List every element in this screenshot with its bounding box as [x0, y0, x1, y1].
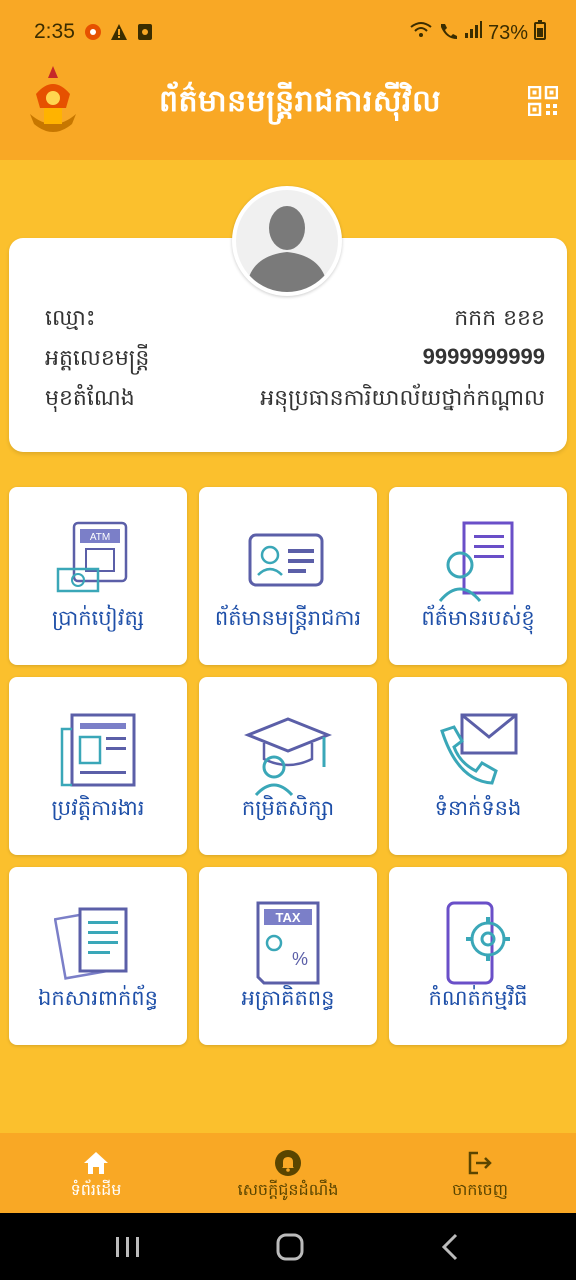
avatar[interactable]	[232, 186, 342, 296]
menu-tile-official-info[interactable]: ព័ត៌មានមន្ត្រីរាជការ	[199, 487, 377, 665]
bell-icon	[274, 1149, 302, 1177]
call-icon	[438, 21, 458, 45]
media-icon	[136, 22, 154, 40]
battery-percent: 73%	[487, 21, 528, 44]
svg-text:TAX: TAX	[275, 910, 300, 925]
wifi-icon	[410, 21, 432, 45]
battery-icon	[534, 20, 546, 46]
newspaper-icon	[54, 709, 142, 797]
bottom-nav: ទំព័រដើម សេចក្តីជូនដំណឹង ចាកចេញ	[0, 1133, 576, 1213]
menu-label: ទំនាក់ទំនង	[434, 796, 522, 820]
position-value: អនុប្រធានការិយាល័យថ្នាក់កណ្តាល	[260, 386, 545, 411]
menu-tile-education[interactable]: កម្រិតសិក្សា	[199, 677, 377, 855]
menu-label: ព័ត៌មានរបស់ខ្ញុំ	[421, 606, 535, 630]
home-button-icon[interactable]	[276, 1233, 304, 1265]
recent-apps-icon[interactable]	[114, 1235, 142, 1263]
menu-tile-work-history[interactable]: ប្រវត្តិការងារ	[9, 677, 187, 855]
svg-text:%: %	[292, 949, 308, 969]
warning-icon	[110, 22, 128, 40]
name-value: កកក ខខខ	[454, 306, 545, 331]
avatar-silhouette-icon	[236, 190, 338, 292]
home-icon	[82, 1149, 110, 1177]
menu-label: ប្រវត្តិការងារ	[51, 796, 145, 820]
menu-label: ព័ត៌មានមន្ត្រីរាជការ	[214, 606, 362, 630]
menu-label: អត្រាគិតពន្ធ	[241, 986, 335, 1010]
position-label: មុខតំណែង	[45, 386, 135, 411]
nav-logout[interactable]: ចាកចេញ	[384, 1143, 576, 1203]
nav-home-label: ទំព័រដើម	[70, 1180, 122, 1199]
name-label: ឈ្មោះ	[45, 306, 96, 331]
profile-name-row: ឈ្មោះ កកក ខខខ	[45, 304, 545, 340]
status-bar: 2:35 73%	[0, 0, 576, 64]
menu-tile-contact[interactable]: ទំនាក់ទំនង	[389, 677, 567, 855]
user-document-icon	[434, 519, 522, 607]
nav-home[interactable]: ទំព័រដើម	[0, 1143, 192, 1203]
nav-logout-label: ចាកចេញ	[452, 1180, 508, 1199]
app-title: ព័ត៌មានមន្ត្រីរាជការស៊ីវិល	[158, 84, 442, 119]
logout-icon	[466, 1149, 494, 1177]
qr-code-icon[interactable]	[527, 85, 559, 117]
documents-icon	[53, 899, 142, 987]
contact-mail-phone-icon	[434, 709, 522, 797]
app-settings-icon	[434, 899, 522, 987]
status-system-icons: 73%	[410, 20, 546, 46]
id-label: អត្តលេខមន្ត្រី	[45, 346, 150, 371]
app-bar: ព័ត៌មានមន្ត្រីរាជការស៊ីវិល	[0, 64, 576, 160]
nav-notifications-label: សេចក្តីជូនដំណឹង	[237, 1180, 339, 1199]
menu-tile-salary[interactable]: ATM ប្រាក់បៀវត្ស	[9, 487, 187, 665]
menu-tile-documents[interactable]: ឯកសារពាក់ព័ន្ធ	[9, 867, 187, 1045]
profile-position-row: មុខតំណែង អនុប្រធានការិយាល័យថ្នាក់កណ្តាល	[45, 384, 545, 420]
id-value: 9999999999	[422, 344, 545, 369]
back-icon[interactable]	[440, 1233, 460, 1265]
id-card-icon	[244, 519, 332, 607]
status-notification-icons	[84, 22, 154, 40]
status-time: 2:35	[34, 20, 75, 43]
menu-tile-app-settings[interactable]: កំណត់កម្មវិធី	[389, 867, 567, 1045]
graduation-icon	[243, 709, 333, 797]
menu-tile-tax-rate[interactable]: TAX % អត្រាគិតពន្ធ	[199, 867, 377, 1045]
atm-icon: ATM	[54, 519, 142, 607]
menu-label: ឯកសារពាក់ព័ន្ធ	[38, 986, 158, 1010]
nav-notifications[interactable]: សេចក្តីជូនដំណឹង	[192, 1143, 384, 1203]
system-nav-bar	[0, 1213, 576, 1280]
royal-emblem-icon	[22, 64, 84, 144]
menu-tile-my-info[interactable]: ព័ត៌មានរបស់ខ្ញុំ	[389, 487, 567, 665]
signal-icon	[464, 21, 482, 45]
menu-label: ប្រាក់បៀវត្ស	[51, 606, 145, 630]
svg-text:ATM: ATM	[90, 532, 110, 543]
menu-label: កំណត់កម្មវិធី	[428, 986, 528, 1010]
tax-icon: TAX %	[244, 899, 332, 987]
app-notification-icon	[84, 22, 102, 40]
profile-id-row: អត្តលេខមន្ត្រី 9999999999	[45, 344, 545, 380]
menu-label: កម្រិតសិក្សា	[241, 796, 335, 820]
